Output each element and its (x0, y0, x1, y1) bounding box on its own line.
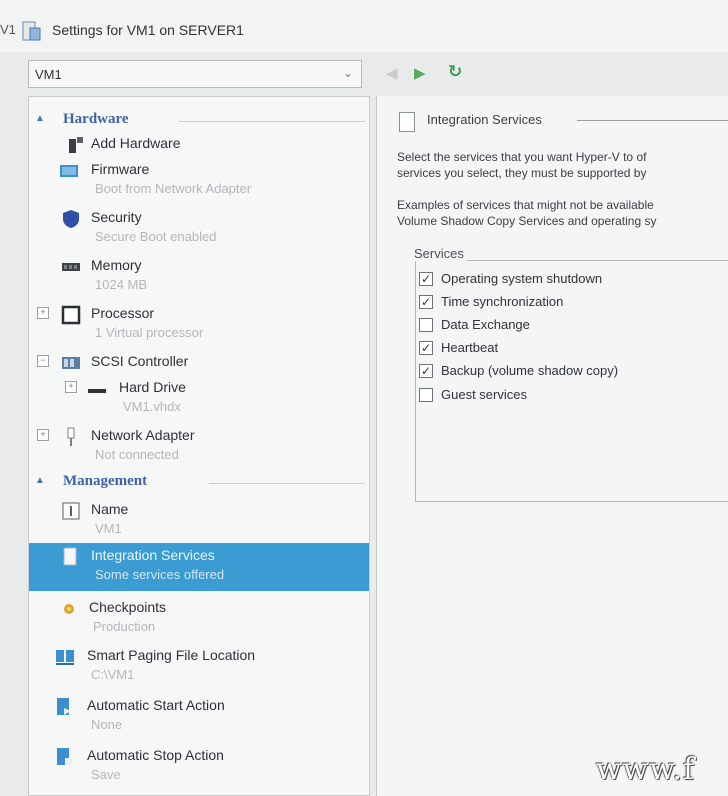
forward-arrow-icon[interactable]: ▶ (414, 64, 426, 82)
collapse-marker-icon[interactable]: ▲ (35, 113, 45, 124)
service-checkbox[interactable] (419, 388, 433, 402)
tree-item-detail: Save (91, 767, 121, 782)
tree-item-label: Automatic Stop Action (87, 747, 224, 763)
expand-icon[interactable]: + (37, 307, 49, 319)
automatic-start-icon (57, 698, 71, 715)
service-label: Heartbeat (441, 340, 499, 355)
tree-item-detail: Some services offered (95, 567, 225, 582)
section-hardware-label: Hardware (63, 111, 129, 127)
expand-icon[interactable]: + (65, 381, 77, 393)
service-label: Operating system shutdown (441, 271, 603, 286)
vm-selector-value: VM1 (35, 67, 62, 82)
services-group-label: Services (411, 246, 467, 261)
service-checkbox[interactable] (419, 318, 433, 332)
tree-item-label: Automatic Start Action (87, 697, 225, 713)
checkpoint-icon (64, 604, 74, 614)
watermark-text: www.f (596, 752, 696, 787)
automatic-stop-icon (57, 748, 72, 765)
tree-item-checkpoints[interactable]: Checkpoints Production (29, 595, 369, 641)
service-label: Time synchronization (441, 294, 564, 309)
tree-item-security[interactable]: Security Secure Boot enabled (29, 205, 369, 251)
tree-item-label: Add Hardware (91, 135, 181, 151)
tree-item-label: Processor (91, 305, 155, 321)
service-checkbox[interactable]: ✓ (419, 341, 433, 355)
details-panel: Integration Services Select the services… (376, 96, 728, 796)
tree-item-automatic-start[interactable]: Automatic Start Action None (29, 693, 369, 739)
smart-paging-icon (56, 650, 74, 665)
tree-item-label: Integration Services (91, 547, 215, 563)
tree-item-name[interactable]: Name VM1 (29, 497, 369, 543)
shield-icon (63, 210, 79, 228)
examples-line-1: Examples of services that might not be a… (397, 198, 654, 212)
tree-item-detail: VM1.vhdx (123, 399, 181, 414)
name-icon (62, 502, 80, 520)
window-title: Settings for VM1 on SERVER1 (52, 22, 244, 38)
header-divider (577, 120, 728, 121)
tree-item-processor[interactable]: + Processor 1 Virtual processor (29, 301, 369, 347)
network-adapter-icon (67, 427, 75, 446)
tree-item-hard-drive[interactable]: + Hard Drive VM1.vhdx (29, 375, 369, 421)
tree-item-automatic-stop[interactable]: Automatic Stop Action Save (29, 743, 369, 789)
settings-tree: ▲ Hardware Add Hardware Firmware Boot fr… (28, 96, 370, 796)
settings-window-icon (22, 21, 41, 41)
tree-item-network-adapter[interactable]: + Network Adapter Not connected (29, 423, 369, 469)
service-label: Guest services (441, 387, 527, 402)
description-line-1: Select the services that you want Hyper-… (397, 150, 647, 164)
scsi-controller-icon (62, 357, 80, 369)
section-management-label: Management (63, 473, 148, 489)
tree-item-detail: Not connected (95, 447, 179, 462)
service-checkbox[interactable]: ✓ (419, 295, 433, 309)
tree-item-firmware[interactable]: Firmware Boot from Network Adapter (29, 157, 369, 203)
panel-title: Integration Services (427, 112, 542, 127)
tree-item-detail: None (91, 717, 123, 732)
section-divider (179, 121, 365, 122)
add-hardware-icon (69, 137, 83, 153)
section-divider (209, 483, 365, 484)
tree-item-detail: Production (93, 619, 156, 634)
service-checkbox[interactable]: ✓ (419, 364, 433, 378)
service-label: Data Exchange (441, 317, 530, 332)
chevron-down-icon[interactable]: ⌄ (343, 66, 353, 80)
tree-item-detail: Secure Boot enabled (95, 229, 217, 244)
tree-item-detail: C:\VM1 (91, 667, 135, 682)
tree-item-label: Name (91, 501, 129, 517)
tree-item-label: Checkpoints (89, 599, 167, 615)
expand-icon[interactable]: + (37, 429, 49, 441)
tree-item-memory[interactable]: Memory 1024 MB (29, 253, 369, 299)
title-bar: V1 Settings for VM1 on SERVER1 (0, 0, 728, 52)
tree-item-detail: Boot from Network Adapter (95, 181, 252, 196)
tree-item-detail: VM1 (95, 521, 122, 536)
service-label: Backup (volume shadow copy) (441, 363, 619, 378)
back-arrow-icon[interactable]: ◀ (386, 64, 398, 82)
integration-services-icon (63, 547, 77, 566)
memory-icon (62, 263, 80, 271)
tree-item-label: SCSI Controller (91, 353, 189, 369)
firmware-icon (60, 165, 78, 177)
processor-icon (61, 305, 81, 325)
tree-item-label: Memory (91, 257, 142, 273)
tree-item-label: Smart Paging File Location (87, 647, 256, 663)
integration-services-icon (399, 112, 415, 132)
section-hardware: ▲ Hardware (29, 109, 369, 131)
section-management: ▲ Management (29, 471, 369, 493)
description-line-2: services you select, they must be suppor… (397, 166, 647, 180)
hard-drive-icon (88, 389, 106, 393)
collapse-marker-icon[interactable]: ▲ (35, 475, 45, 486)
tree-item-label: Firmware (91, 161, 150, 177)
collapse-icon[interactable]: − (37, 355, 49, 367)
tree-item-smart-paging[interactable]: Smart Paging File Location C:\VM1 (29, 643, 369, 689)
examples-line-2: Volume Shadow Copy Services and operatin… (397, 214, 657, 228)
tree-item-label: Network Adapter (91, 427, 195, 443)
refresh-icon[interactable]: ↻ (448, 62, 462, 82)
title-stub: V1 (0, 22, 16, 37)
tree-item-detail: 1024 MB (95, 277, 148, 292)
tree-item-integration-services[interactable]: Integration Services Some services offer… (29, 543, 369, 591)
vm-selector[interactable]: VM1 ⌄ (28, 60, 362, 88)
tree-item-label: Security (91, 209, 142, 225)
service-checkbox[interactable]: ✓ (419, 272, 433, 286)
tree-item-label: Hard Drive (119, 379, 186, 395)
tree-item-detail: 1 Virtual processor (95, 325, 204, 340)
